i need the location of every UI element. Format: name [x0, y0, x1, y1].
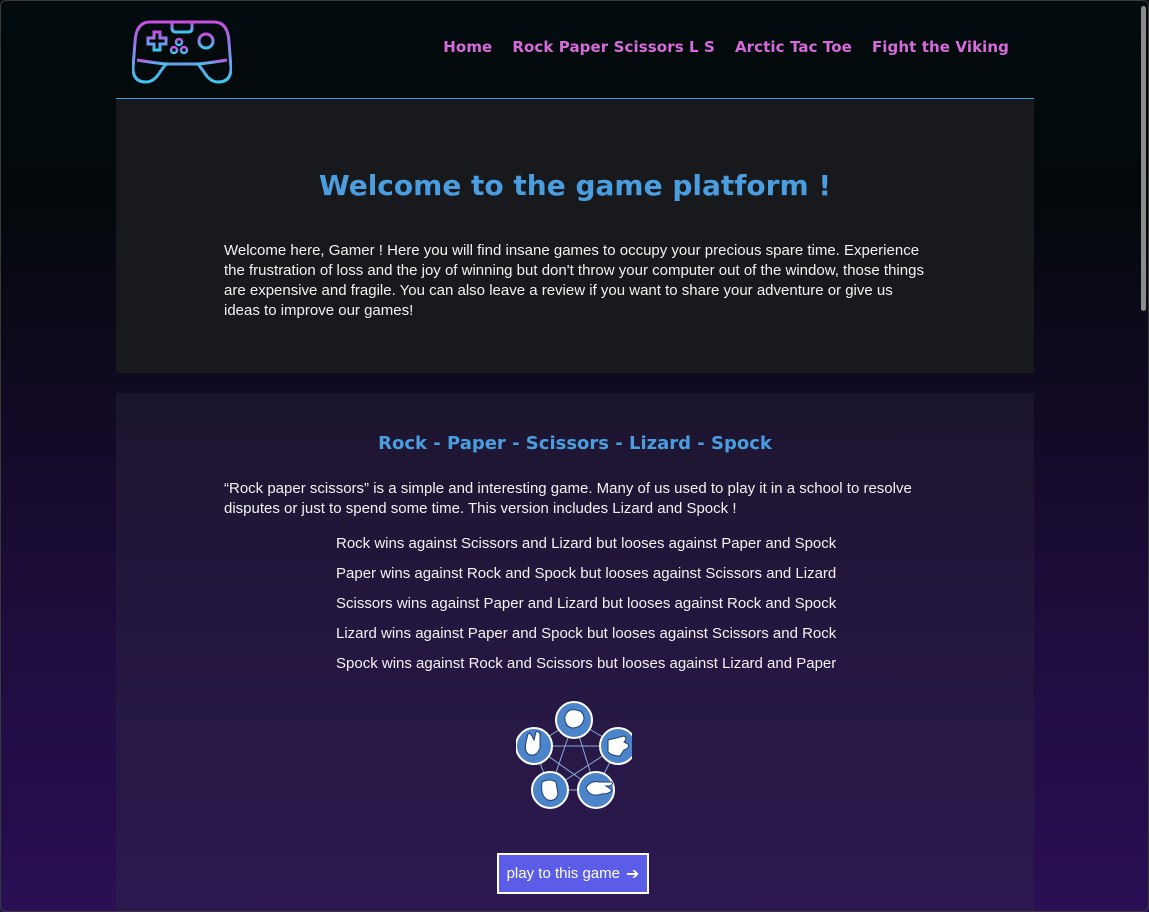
- rule-item: Rock wins against Scissors and Lizard bu…: [336, 535, 837, 552]
- game-card: Rock - Paper - Scissors - Lizard - Spock…: [116, 393, 1034, 912]
- page-title: Welcome to the game platform !: [318, 169, 832, 202]
- nav-link-rpsls[interactable]: Rock Paper Scissors L S: [512, 38, 715, 56]
- arrow-right-icon: ➔: [626, 865, 640, 883]
- rule-item: Spock wins against Rock and Scissors but…: [336, 655, 837, 672]
- main-nav: Home Rock Paper Scissors L S Arctic Tac …: [443, 38, 1009, 56]
- scrollbar[interactable]: [1140, 0, 1148, 912]
- rules-list: Rock wins against Scissors and Lizard bu…: [336, 529, 836, 679]
- nav-link-fight-the-viking[interactable]: Fight the Viking: [872, 38, 1009, 56]
- welcome-text: Welcome here, Gamer ! Here you will find…: [224, 242, 924, 319]
- scrollbar-thumb[interactable]: [1141, 6, 1146, 311]
- welcome-section: Welcome to the game platform ! Welcome h…: [116, 99, 1034, 373]
- site-header: Home Rock Paper Scissors L S Arctic Tac …: [116, 0, 1034, 99]
- rule-item: Lizard wins against Paper and Spock but …: [336, 625, 837, 642]
- rule-item: Scissors wins against Paper and Lizard b…: [336, 595, 837, 612]
- nav-link-arctic-tac-toe[interactable]: Arctic Tac Toe: [735, 38, 852, 56]
- gamepad-logo-icon[interactable]: [132, 16, 232, 86]
- game-intro: “Rock paper scissors” is a simple and in…: [224, 480, 912, 517]
- rpsls-diagram-icon: [516, 701, 632, 809]
- play-game-button[interactable]: play to this game ➔: [497, 853, 649, 894]
- play-button-label: play to this game: [506, 865, 620, 882]
- nav-link-home[interactable]: Home: [443, 38, 492, 56]
- rule-item: Paper wins against Rock and Spock but lo…: [336, 565, 837, 582]
- game-title: Rock - Paper - Scissors - Lizard - Spock: [378, 433, 772, 454]
